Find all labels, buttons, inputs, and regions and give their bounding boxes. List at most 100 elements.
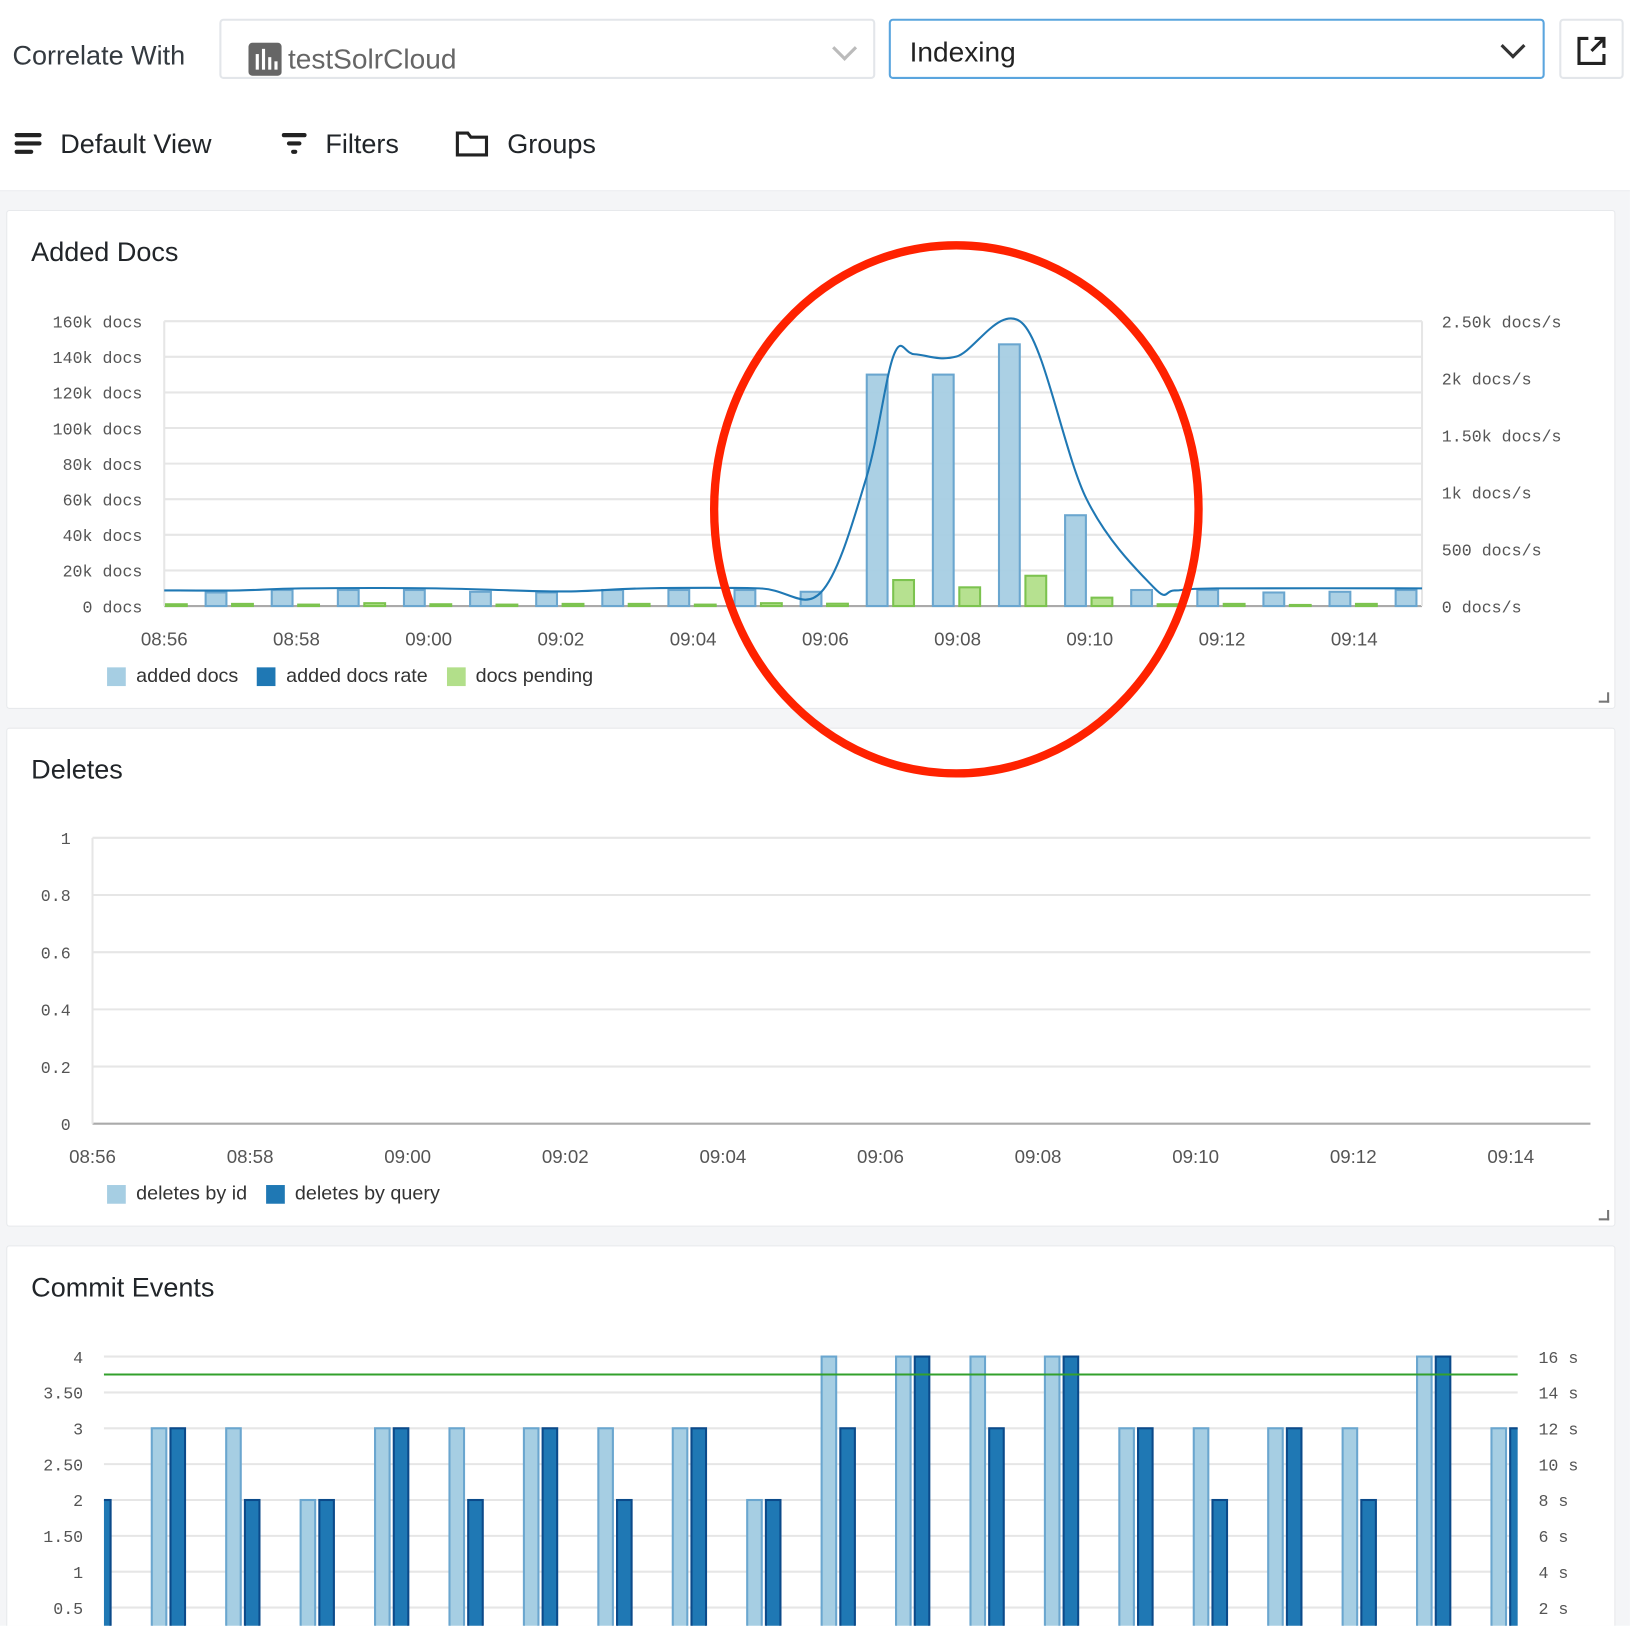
x-tick-label: 09:04	[699, 1146, 746, 1167]
bar-added-docs	[1262, 591, 1286, 608]
y-right-tick-label: 1k docs/s	[1442, 484, 1532, 503]
bar-light	[448, 1427, 466, 1626]
y-tick-label: 3.50	[43, 1385, 83, 1404]
bar-docs-pending	[1222, 602, 1246, 608]
bar-light	[597, 1427, 614, 1626]
bar-added-docs	[402, 588, 426, 608]
commit-events-chart	[103, 1355, 1518, 1626]
bar-dark	[1509, 1427, 1518, 1626]
bar-dark	[913, 1355, 931, 1626]
y-tick-label: 1	[61, 830, 71, 849]
y-right-tick-label: 6 s	[1538, 1528, 1568, 1547]
y-tick-label: 0	[61, 1116, 71, 1135]
bar-docs-pending	[495, 603, 519, 608]
bar-dark	[690, 1427, 708, 1626]
bar-light	[1118, 1427, 1135, 1626]
bar-dark	[392, 1427, 410, 1626]
y-tick-label: 160k docs	[53, 313, 143, 332]
bar-docs-pending	[1156, 603, 1180, 608]
bar-dark	[1360, 1498, 1377, 1626]
y-tick-label: 2.50	[43, 1456, 83, 1475]
x-tick-label: 09:00	[384, 1146, 431, 1167]
x-tick-label: 08:56	[69, 1146, 116, 1167]
x-tick-label: 09:08	[1015, 1146, 1062, 1167]
bar-light	[1043, 1355, 1061, 1626]
x-tick-label: 09:02	[542, 1146, 589, 1167]
bar-dark	[1211, 1498, 1229, 1626]
highlight-circle	[709, 241, 1203, 778]
bar-dark	[467, 1498, 484, 1626]
bar-added-docs	[865, 373, 889, 608]
bar-light	[150, 1427, 168, 1626]
bar-dark	[839, 1427, 856, 1626]
bar-added-docs	[535, 591, 559, 608]
y-tick-label: 4	[73, 1349, 83, 1368]
bar-added-docs	[204, 591, 228, 608]
bar-docs-pending	[1024, 574, 1048, 608]
x-tick-label: 09:10	[1172, 1146, 1219, 1167]
bar-added-docs	[733, 588, 757, 608]
bar-light	[746, 1498, 763, 1626]
bar-docs-pending	[1354, 602, 1378, 608]
bar-added-docs	[1130, 588, 1154, 608]
bar-dark	[103, 1498, 112, 1626]
bars	[103, 1355, 1518, 1626]
bar-added-docs	[1064, 514, 1087, 608]
x-tick-label: 09:12	[1199, 629, 1246, 650]
y-right-tick-label: 14 s	[1538, 1385, 1578, 1404]
bar-docs-pending	[561, 602, 585, 608]
bar-added-docs	[997, 343, 1021, 608]
bar-dark	[1434, 1355, 1452, 1626]
line-added-docs-rate	[164, 317, 1423, 601]
y-tick-label: 0.2	[41, 1059, 71, 1078]
bar-added-docs	[1328, 590, 1352, 608]
bar-light	[299, 1498, 317, 1626]
x-tick-label: 09:14	[1331, 629, 1378, 650]
bar-dark	[541, 1427, 559, 1626]
x-tick-label: 09:04	[670, 629, 717, 650]
x-tick-label: 09:06	[857, 1146, 904, 1167]
bar-added-docs	[931, 373, 955, 608]
x-tick-label: 09:10	[1066, 629, 1113, 650]
y-right-tick-label: 1.50k docs/s	[1442, 427, 1562, 446]
bar-docs-pending	[627, 602, 651, 608]
y-tick-label: 3	[73, 1421, 83, 1440]
y-right-tick-label: 2k docs/s	[1442, 370, 1532, 389]
bar-dark	[988, 1427, 1005, 1626]
charts-layer: 160k docs140k docs120k docs100k docs80k …	[41, 241, 1591, 1626]
bar-dark	[764, 1498, 782, 1626]
bar-light	[374, 1427, 391, 1626]
bar-docs-pending	[892, 578, 916, 608]
y-tick-label: 1.50	[43, 1528, 83, 1547]
bar-added-docs	[667, 588, 691, 608]
y-tick-label: 2	[73, 1492, 83, 1511]
bar-light	[225, 1427, 242, 1626]
y-right-tick-label: 16 s	[1538, 1349, 1578, 1368]
bar-docs-pending	[297, 603, 321, 608]
dashboard: Correlate With testSolrCloud Indexing De…	[0, 0, 1630, 1626]
x-tick-label: 09:08	[934, 629, 981, 650]
bar-docs-pending	[759, 602, 783, 608]
x-tick-label: 08:56	[141, 629, 188, 650]
bar-dark	[1285, 1427, 1303, 1626]
y-tick-label: 0 docs	[83, 598, 143, 617]
y-tick-label: 0.4	[41, 1002, 71, 1021]
bar-docs-pending	[1090, 596, 1114, 608]
x-tick-label: 09:02	[538, 629, 585, 650]
y-tick-label: 0.6	[41, 944, 71, 963]
bar-light	[671, 1427, 689, 1626]
deletes-chart	[91, 836, 1591, 1125]
y-tick-label: 20k docs	[63, 563, 143, 582]
bar-docs-pending	[363, 602, 387, 608]
bar-added-docs	[1394, 588, 1418, 608]
bar-docs-pending	[164, 603, 188, 608]
bar-light	[1267, 1427, 1284, 1626]
y-tick-label: 0.8	[41, 887, 71, 906]
x-tick-label: 09:06	[802, 629, 849, 650]
x-tick-label: 09:12	[1330, 1146, 1377, 1167]
x-tick-label: 09:14	[1487, 1146, 1534, 1167]
y-right-tick-label: 0 docs/s	[1442, 598, 1522, 617]
bar-dark	[318, 1498, 335, 1626]
y-right-tick-label: 12 s	[1538, 1421, 1578, 1440]
y-right-tick-label: 10 s	[1538, 1456, 1578, 1475]
